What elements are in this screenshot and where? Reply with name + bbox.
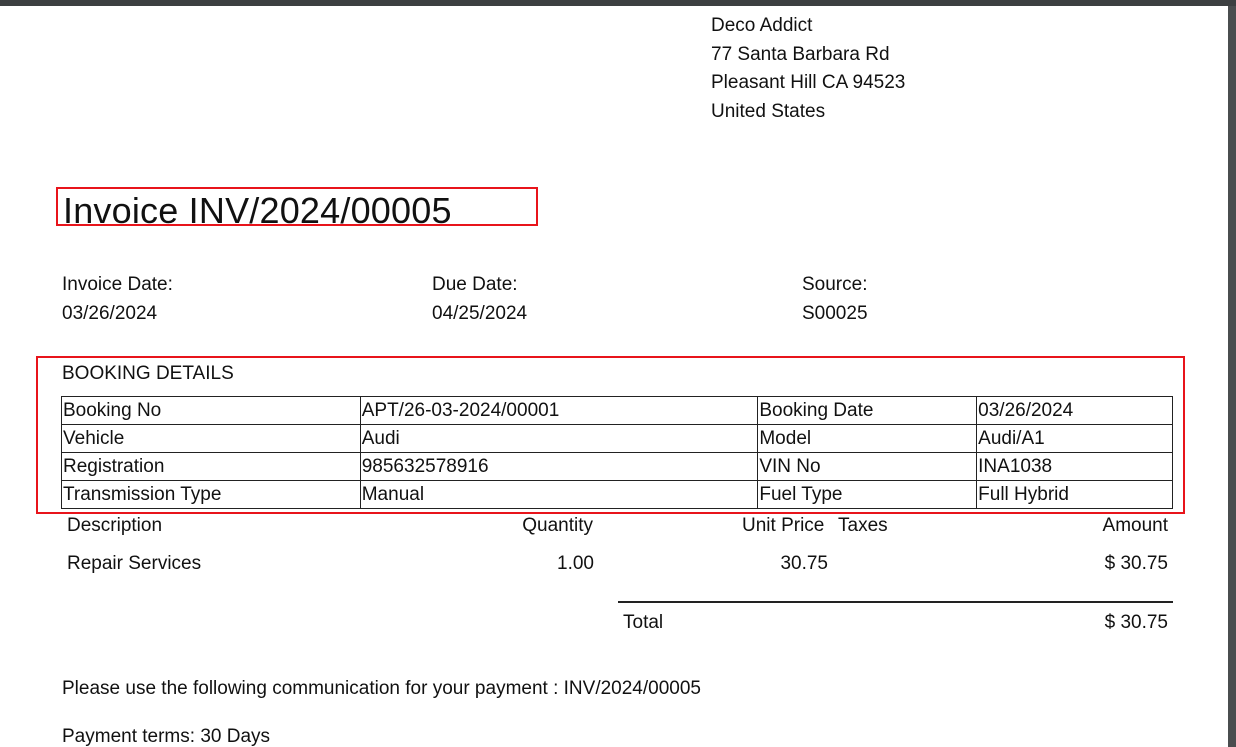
customer-city: Pleasant Hill CA 94523 (711, 72, 906, 93)
header-amount: Amount (1102, 515, 1168, 536)
line-amount: $ 30.75 (1104, 553, 1168, 574)
source-value: S00025 (802, 303, 868, 324)
payment-communication: Please use the following communication f… (62, 678, 701, 699)
due-date-value: 04/25/2024 (432, 303, 528, 324)
customer-name: Deco Addict (711, 15, 813, 36)
invoice-date-value: 03/26/2024 (62, 303, 158, 324)
invoice-page: Deco Addict 77 Santa Barbara Rd Pleasant… (0, 6, 1228, 747)
title-highlight-box (56, 187, 538, 226)
invoice-date-label: Invoice Date: (62, 274, 173, 295)
header-unit-price: Unit Price (742, 515, 825, 536)
source-block: Source: S00025 (802, 270, 868, 328)
source-label: Source: (802, 274, 868, 295)
customer-street: 77 Santa Barbara Rd (711, 43, 890, 65)
line-unit-price: 30.75 (780, 553, 828, 574)
line-description: Repair Services (67, 553, 202, 574)
line-quantity: 1.00 (557, 553, 594, 574)
customer-country: United States (711, 100, 826, 122)
booking-highlight-box (36, 356, 1185, 514)
total-divider (618, 601, 1173, 603)
payment-terms: Payment terms: 30 Days (62, 726, 271, 747)
due-date-block: Due Date: 04/25/2024 (432, 270, 527, 328)
header-quantity: Quantity (522, 515, 593, 536)
viewer-scroll-edge (1228, 6, 1236, 747)
total-label: Total (623, 612, 664, 633)
due-date-label: Due Date: (432, 274, 518, 295)
customer-address: Deco Addict 77 Santa Barbara Rd Pleasant… (711, 12, 905, 126)
total-value: $ 30.75 (1104, 612, 1168, 633)
invoice-date-block: Invoice Date: 03/26/2024 (62, 270, 173, 328)
header-description: Description (67, 515, 163, 536)
header-taxes: Taxes (838, 515, 888, 536)
